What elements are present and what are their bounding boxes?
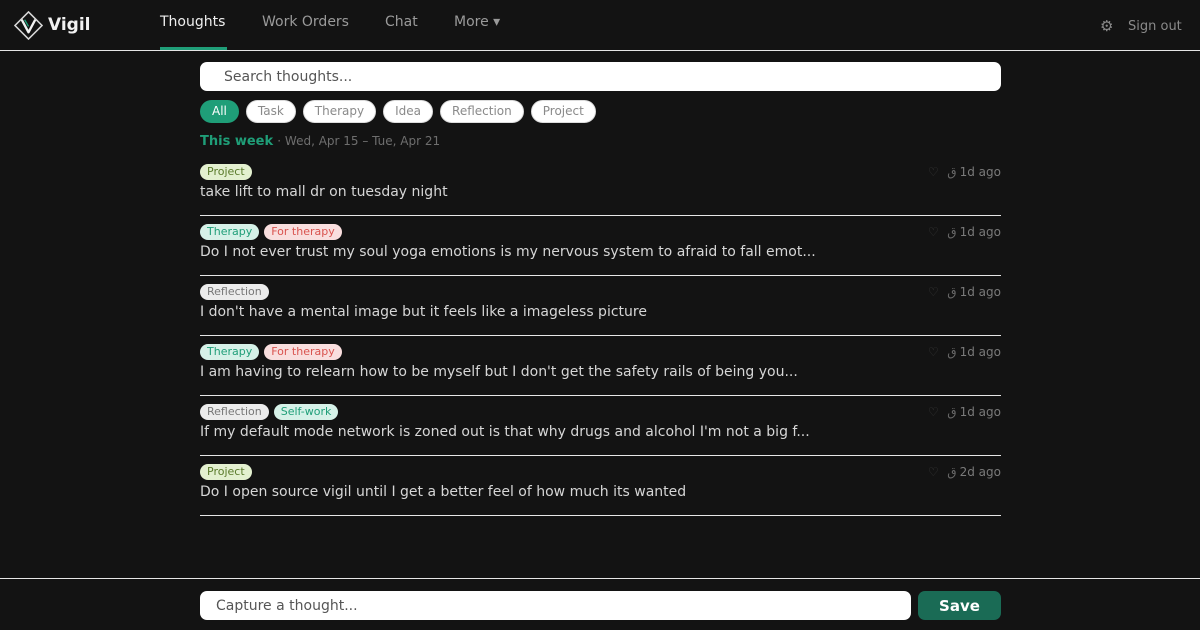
tag-badge: Project	[200, 164, 252, 180]
thought-text: If my default mode network is zoned out …	[200, 424, 810, 440]
brand[interactable]: Vigil	[14, 10, 91, 40]
timestamp: 1d ago	[959, 165, 1001, 179]
thought-tags: Therapy For therapy	[200, 224, 342, 240]
capture-bar: Save	[0, 578, 1200, 630]
capture-input[interactable]	[200, 591, 911, 620]
thought-row[interactable]: Reflection Self-work If my default mode ne…	[200, 396, 1001, 456]
thought-text: I am having to relearn how to be myself …	[200, 364, 798, 380]
heart-icon[interactable]: ♡	[922, 165, 944, 179]
search-input[interactable]	[200, 62, 1001, 91]
thought-tags: Reflection	[200, 284, 269, 300]
thought-text: take lift to mall dr on tuesday night	[200, 184, 448, 200]
top-nav: Vigil Thoughts Work Orders Chat More ▾ ⚙…	[0, 0, 1200, 51]
timestamp: 1d ago	[959, 345, 1001, 359]
thought-meta: ♡ ق 1d ago	[922, 405, 1001, 419]
tag-badge: Therapy	[200, 224, 260, 240]
thought-row[interactable]: Project Do I open source vigil until I ge…	[200, 456, 1001, 516]
thought-meta: ♡ ق 1d ago	[922, 225, 1001, 239]
heart-icon[interactable]: ♡	[922, 405, 944, 419]
thought-tags: Reflection Self-work	[200, 404, 339, 420]
thought-tags: Therapy For therapy	[200, 344, 342, 360]
save-button[interactable]: Save	[918, 591, 1001, 620]
tab-work-orders[interactable]: Work Orders	[262, 14, 349, 30]
thought-meta: ♡ ق 1d ago	[922, 345, 1001, 359]
filter-chip-reflection[interactable]: Reflection	[440, 100, 524, 123]
vigil-logo-icon	[14, 10, 43, 40]
thought-text: Do I open source vigil until I get a bet…	[200, 484, 687, 500]
week-label: This week	[200, 134, 274, 149]
tag-badge: Therapy	[200, 344, 260, 360]
filter-chip-project[interactable]: Project	[530, 100, 596, 123]
timestamp: 1d ago	[959, 285, 1001, 299]
swipe-glyph: ق	[947, 345, 957, 359]
week-date-range: · Wed, Apr 15 – Tue, Apr 21	[277, 134, 441, 148]
thought-meta: ♡ ق 1d ago	[922, 285, 1001, 299]
swipe-glyph: ق	[947, 225, 957, 239]
filter-chip-therapy[interactable]: Therapy	[302, 100, 377, 123]
thought-tags: Project	[200, 464, 252, 480]
thought-row[interactable]: Reflection I don't have a mental image bu…	[200, 276, 1001, 336]
sign-out-link[interactable]: Sign out	[1128, 19, 1182, 34]
thought-text: I don't have a mental image but it feels…	[200, 304, 647, 320]
tab-chat[interactable]: Chat	[385, 14, 418, 30]
heart-icon[interactable]: ♡	[922, 465, 944, 479]
thought-meta: ♡ ق 2d ago	[922, 465, 1001, 479]
swipe-glyph: ق	[947, 405, 957, 419]
tab-more-dropdown[interactable]: More ▾	[454, 14, 500, 30]
thought-row[interactable]: Project take lift to mall dr on tuesday n…	[200, 156, 1001, 216]
tag-badge: For therapy	[264, 224, 342, 240]
filter-chip-task[interactable]: Task	[245, 100, 296, 123]
swipe-glyph: ق	[947, 285, 957, 299]
thought-row[interactable]: Therapy For therapy Do I not ever trust my…	[200, 216, 1001, 276]
filter-chip-all[interactable]: All	[200, 100, 239, 123]
week-header: This week · Wed, Apr 15 – Tue, Apr 21	[200, 134, 440, 149]
heart-icon[interactable]: ♡	[922, 345, 944, 359]
tag-badge: Reflection	[200, 284, 269, 300]
tag-badge: Project	[200, 464, 252, 480]
timestamp: 1d ago	[959, 405, 1001, 419]
thought-tags: Project	[200, 164, 252, 180]
filter-chips: All Task Therapy Idea Reflection Project	[200, 100, 596, 123]
gear-icon[interactable]: ⚙	[1100, 17, 1113, 35]
heart-icon[interactable]: ♡	[922, 225, 944, 239]
thought-meta: ♡ ق 1d ago	[922, 165, 1001, 179]
tag-badge: Self-work	[273, 404, 339, 420]
swipe-glyph: ق	[947, 465, 957, 479]
timestamp: 1d ago	[959, 225, 1001, 239]
thought-list: Project take lift to mall dr on tuesday n…	[200, 156, 1001, 516]
tag-badge: For therapy	[264, 344, 342, 360]
brand-name: Vigil	[48, 15, 91, 35]
swipe-glyph: ق	[947, 165, 957, 179]
heart-icon[interactable]: ♡	[922, 285, 944, 299]
thought-text: Do I not ever trust my soul yoga emotion…	[200, 244, 816, 260]
active-tab-indicator	[160, 47, 227, 50]
tab-thoughts[interactable]: Thoughts	[160, 14, 225, 30]
timestamp: 2d ago	[959, 465, 1001, 479]
tag-badge: Reflection	[200, 404, 269, 420]
thought-row[interactable]: Therapy For therapy I am having to relearn…	[200, 336, 1001, 396]
filter-chip-idea[interactable]: Idea	[383, 100, 434, 123]
